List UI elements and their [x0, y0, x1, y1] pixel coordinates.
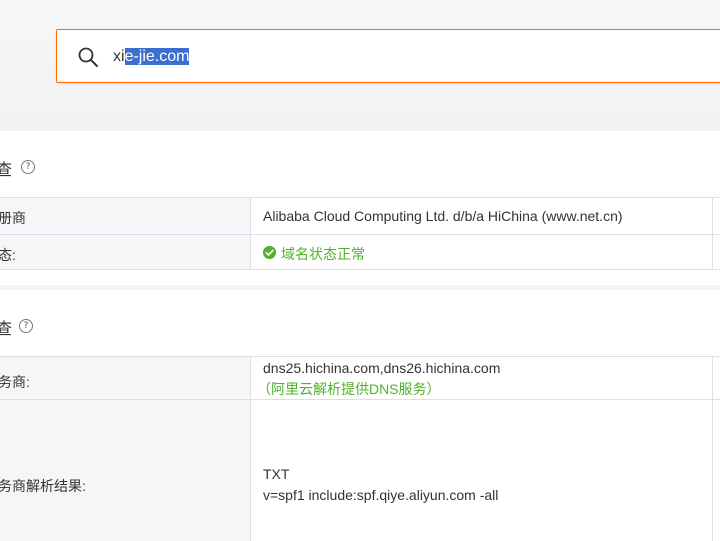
registrar-value: Alibaba Cloud Computing Ltd. d/b/a HiChi… [263, 208, 623, 224]
table-row: 态: 域名状态正常 [0, 234, 720, 270]
dns-provider-note: （阿里云解析提供DNS服务） [257, 381, 441, 397]
dns-section: 查 ? 务商: dns25.hichina.com,dns26.hichina.… [0, 290, 720, 541]
row-label: 态: [0, 247, 16, 263]
help-icon[interactable]: ? [19, 319, 33, 333]
row-label: 务商: [0, 374, 30, 390]
table-row: 务商: dns25.hichina.com,dns26.hichina.com … [0, 356, 720, 399]
registrar-section: 查 ? 册商 Alibaba Cloud Computing Ltd. d/b/… [0, 131, 720, 285]
row-value-cell: dns25.hichina.com,dns26.hichina.com （阿里云… [251, 357, 713, 399]
domain-search-box[interactable]: xie-jie.com [56, 29, 720, 83]
section-title: 查 [0, 321, 13, 338]
domain-status-value: 域名状态正常 [281, 246, 365, 262]
table-row: 务商解析结果: TXT v=spf1 include:spf.qiye.aliy… [0, 399, 720, 541]
dns-server-value: dns25.hichina.com,dns26.hichina.com [263, 360, 501, 376]
row-label: 册商 [0, 210, 26, 226]
help-icon[interactable]: ? [21, 160, 35, 174]
search-hero: xie-jie.com [0, 0, 720, 131]
row-label: 务商解析结果: [0, 478, 86, 494]
record-type-value: TXT [263, 466, 290, 482]
check-circle-icon [263, 246, 276, 259]
search-input[interactable]: xie-jie.com [113, 47, 190, 67]
row-label-cell: 态: [0, 235, 251, 269]
row-label-cell: 务商: [0, 357, 251, 399]
record-content-value: v=spf1 include:spf.qiye.aliyun.com -all [263, 487, 499, 503]
row-label-cell: 务商解析结果: [0, 400, 251, 541]
search-icon[interactable] [77, 46, 99, 68]
section-title: 查 [0, 162, 13, 179]
search-text-plain: xi [113, 48, 125, 65]
row-value-cell: Alibaba Cloud Computing Ltd. d/b/a HiChi… [251, 198, 713, 234]
row-label-cell: 册商 [0, 198, 251, 234]
table-row: 册商 Alibaba Cloud Computing Ltd. d/b/a Hi… [0, 197, 720, 234]
row-value-cell: TXT v=spf1 include:spf.qiye.aliyun.com -… [251, 400, 713, 541]
row-value-cell: 域名状态正常 [251, 235, 713, 269]
search-text-selected: e-jie.com [124, 48, 190, 65]
